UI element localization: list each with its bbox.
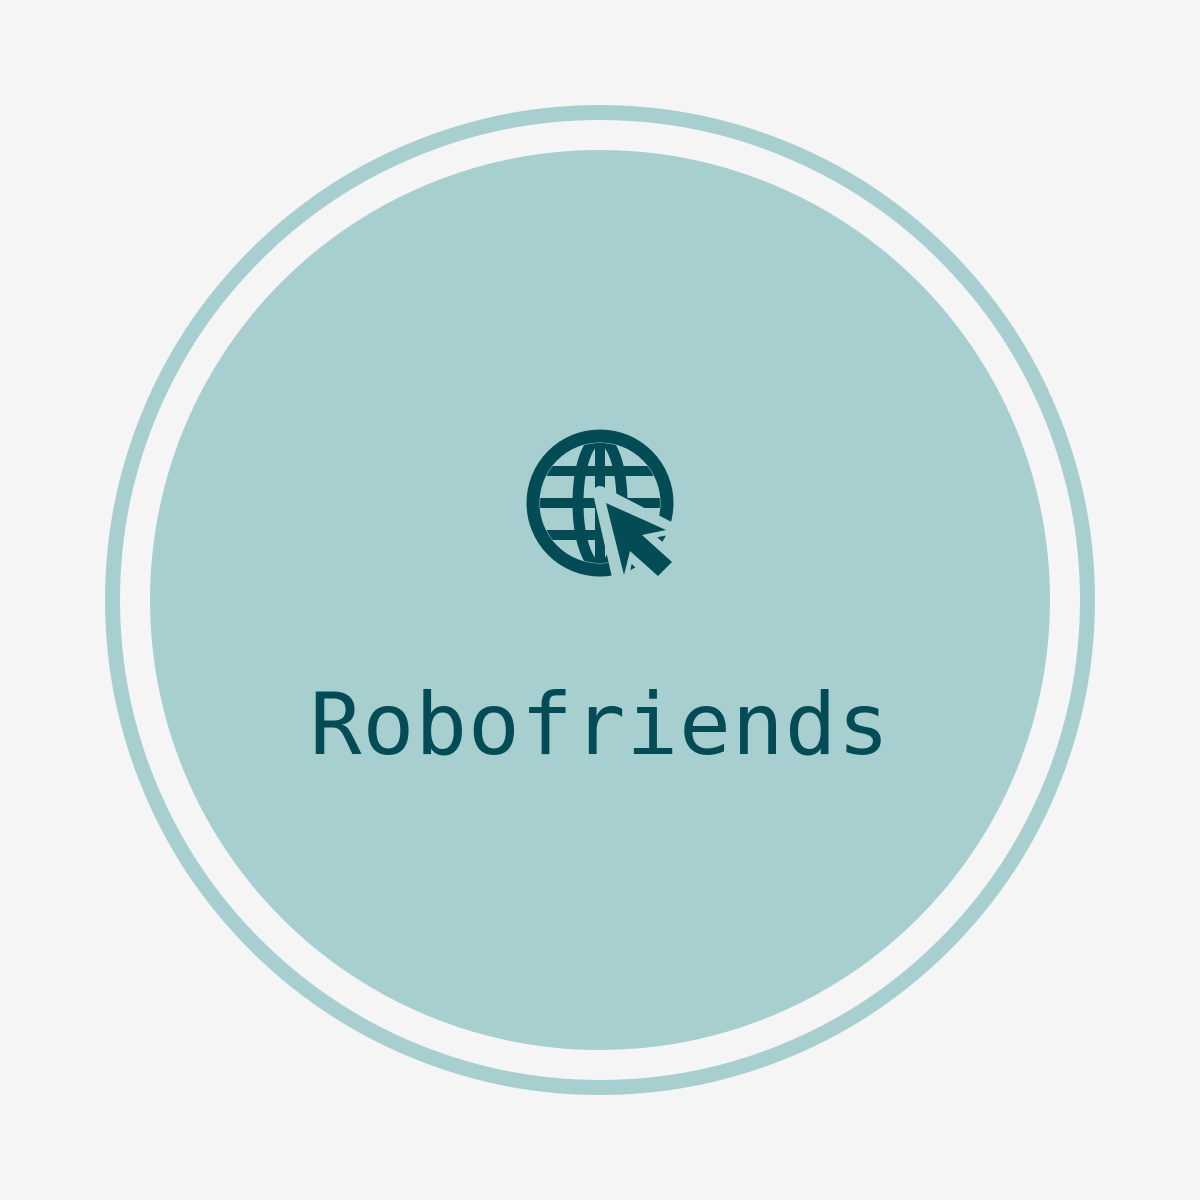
brand-name: Robofriends	[309, 675, 891, 775]
logo-canvas: Robofriends	[0, 0, 1200, 1200]
inner-disc	[150, 150, 1050, 1050]
globe-cursor-icon	[526, 429, 679, 585]
